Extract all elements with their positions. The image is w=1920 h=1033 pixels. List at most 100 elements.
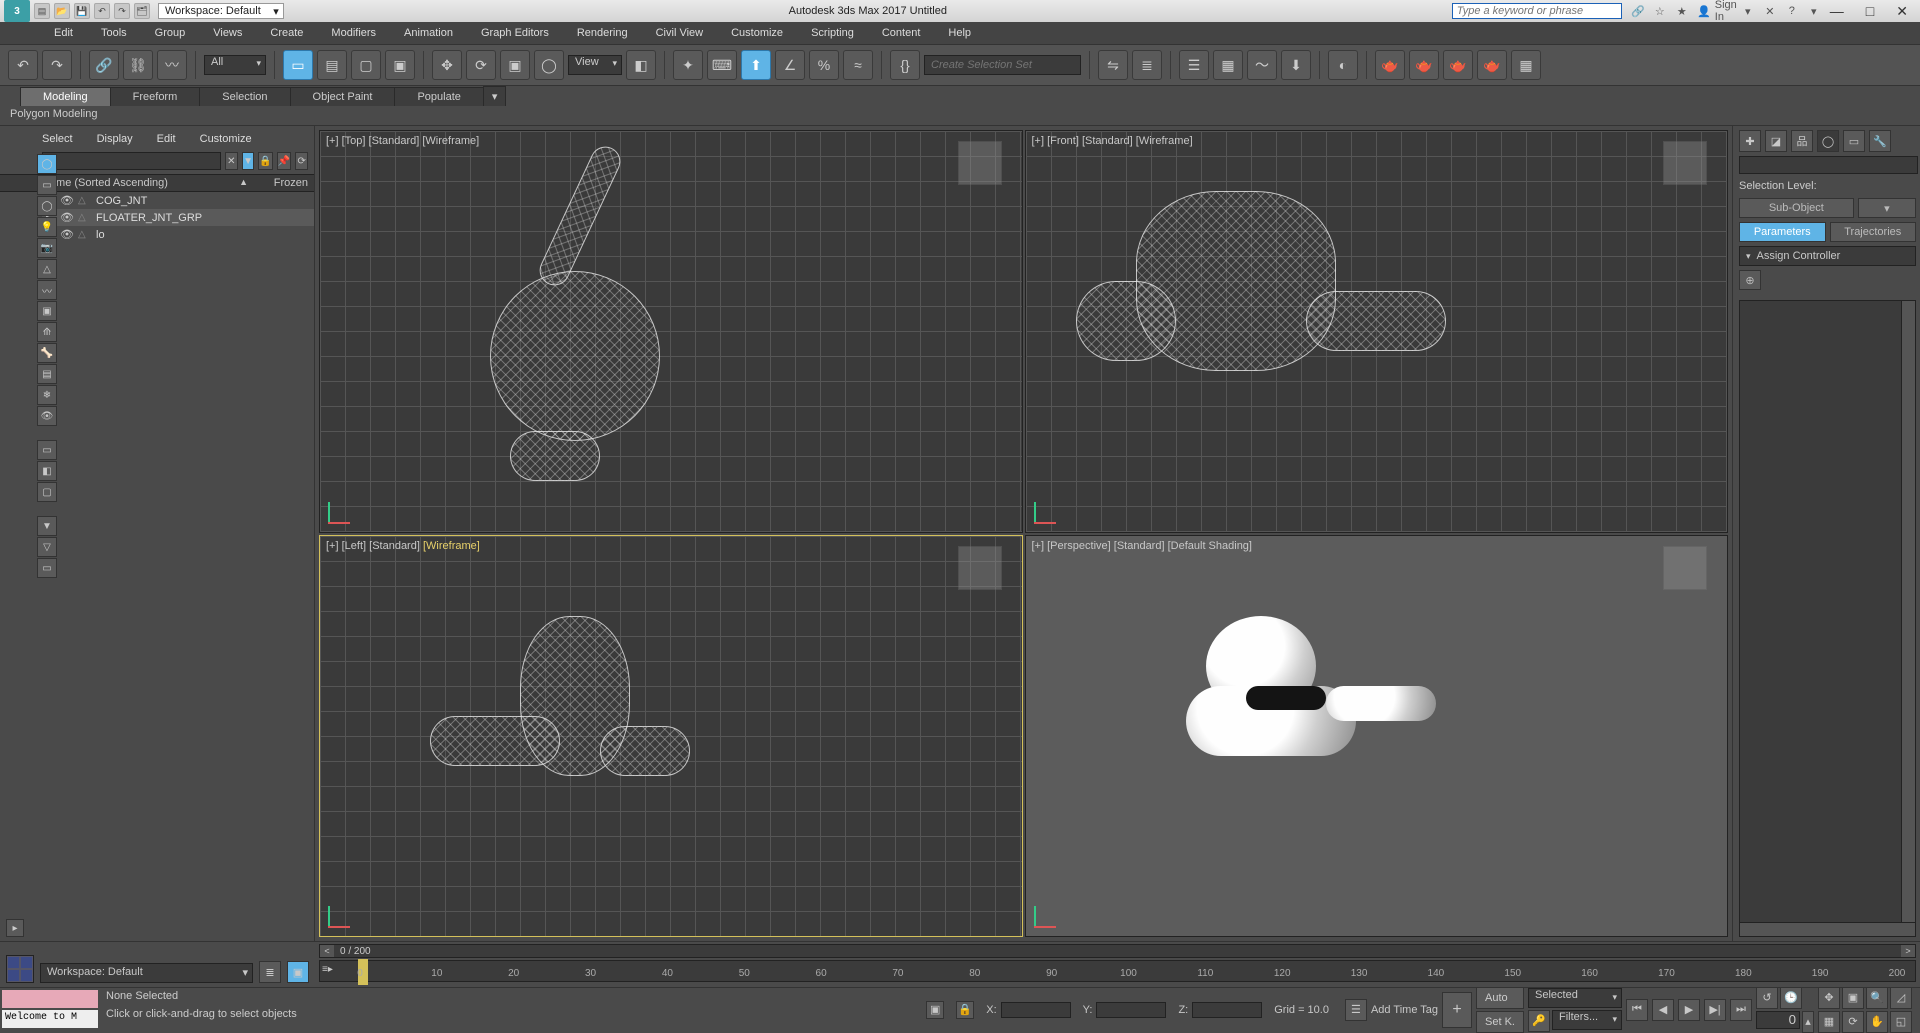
key-filters-combo[interactable]: Filters... [1552,1010,1622,1030]
z-input[interactable] [1192,1002,1262,1018]
project-icon[interactable]: 🗂 [134,3,150,19]
scene-row[interactable]: ▸ 👁 △ lo [42,226,314,243]
assign-controller-rollout[interactable]: ▾ Assign Controller [1739,246,1916,266]
walkthrough-icon[interactable]: ✋ [1866,1011,1888,1033]
toggle-ribbon-button[interactable]: ▦ [1213,50,1243,80]
viewport-label[interactable]: [+] [Perspective] [Standard] [Default Sh… [1032,540,1252,552]
trackbar-toggle-icon[interactable]: ≡▸ [322,964,333,975]
undo-icon[interactable]: ↶ [94,3,110,19]
menu-civil-view[interactable]: Civil View [642,24,717,42]
render-iterative-button[interactable]: 🫖 [1477,50,1507,80]
spinner-snap-button[interactable]: ≈ [843,50,873,80]
ribbon-tab-selection[interactable]: Selection [199,87,290,106]
cmd-motion-icon[interactable]: ◯ [1817,130,1839,152]
viewport-top[interactable]: [+] [Top] [Standard] [Wireframe] [319,130,1023,533]
help-search-input[interactable] [1452,3,1622,19]
rail-geometry-icon[interactable]: ▭ [37,175,57,195]
mirror-button[interactable]: ⇋ [1098,50,1128,80]
menu-modifiers[interactable]: Modifiers [317,24,390,42]
close-button[interactable]: ✕ [1896,3,1908,20]
fov-icon[interactable]: ◿ [1890,987,1912,1009]
unlink-button[interactable]: ⛓ [123,50,153,80]
viewport-front[interactable]: [+] [Front] [Standard] [Wireframe] [1025,130,1729,533]
scene-row[interactable]: ▸ 👁 △ FLOATER_JNT_GRP [42,209,314,226]
panel-expand-handle[interactable]: ▸ [6,919,24,937]
refcoord-combo[interactable]: View [568,55,622,75]
angle-snap-button[interactable]: ∠ [775,50,805,80]
material-editor-button[interactable]: ◐ [1328,50,1358,80]
align-button[interactable]: ≣ [1132,50,1162,80]
scene-menu-select[interactable]: Select [30,130,85,148]
vertical-scrollbar[interactable] [1901,301,1915,922]
ribbon-tab-freeform[interactable]: Freeform [110,87,201,106]
save-icon[interactable]: 💾 [74,3,90,19]
viewport-label[interactable]: [+] [Top] [Standard] [Wireframe] [326,135,479,147]
select-by-name-button[interactable]: ▤ [317,50,347,80]
render-production-button[interactable]: 🫖 [1443,50,1473,80]
scene-menu-edit[interactable]: Edit [145,130,188,148]
scene-menu-customize[interactable]: Customize [188,130,264,148]
rail-collapse-icon[interactable]: ▭ [37,558,57,578]
selection-filter[interactable]: All [204,55,266,75]
render-setup-button[interactable]: 🫖 [1375,50,1405,80]
signin-link[interactable]: Sign In [1718,3,1734,19]
scene-search-clear-icon[interactable]: ✕ [225,152,238,170]
rail-filter-icon[interactable]: ▼ [37,516,57,536]
ribbon-tab-populate[interactable]: Populate [394,87,483,106]
placement-button[interactable]: ◯ [534,50,564,80]
key-filters-icon[interactable]: 🔑 [1528,1010,1550,1032]
rail-spacewarps-icon[interactable]: 〰 [37,280,57,300]
ribbon-tab-object-paint[interactable]: Object Paint [290,87,396,106]
viewcube[interactable] [958,546,1002,590]
rotate-button[interactable]: ⟳ [466,50,496,80]
pan-icon[interactable]: ✥ [1818,987,1840,1009]
subobject-button[interactable]: Sub-Object [1739,198,1854,218]
set-key-big-button[interactable]: + [1442,992,1472,1028]
visibility-icon[interactable]: 👁 [60,211,74,224]
menu-edit[interactable]: Edit [40,24,87,42]
viewport-label[interactable]: [+] [Left] [Standard] [Wireframe] [326,540,480,552]
cmd-hierarchy-icon[interactable]: 品 [1791,130,1813,152]
scene-filter-icon[interactable]: ▼ [242,152,255,170]
rail-helpers-icon[interactable]: △ [37,259,57,279]
select-object-button[interactable]: ▭ [283,50,313,80]
app-logo[interactable]: 3 [4,0,30,22]
trajectories-button[interactable]: Trajectories [1830,222,1917,242]
curve-editor-button[interactable]: 〜 [1247,50,1277,80]
timeline-ruler[interactable]: ≡▸ 0102030405060708090100110120130140150… [319,960,1916,982]
menu-help[interactable]: Help [934,24,985,42]
rail-lights-icon[interactable]: 💡 [37,217,57,237]
rail-cameras-icon[interactable]: 📷 [37,238,57,258]
add-time-tag[interactable]: Add Time Tag [1371,1004,1438,1016]
goto-end-icon[interactable]: ⏭ [1730,999,1752,1021]
maxscript-output[interactable] [2,990,98,1008]
rail-filter2-icon[interactable]: ▽ [37,537,57,557]
scene-row[interactable]: ▸ 👁 △ COG_JNT [42,192,314,209]
menu-content[interactable]: Content [868,24,935,42]
cmd-modify-icon[interactable]: ◪ [1765,130,1787,152]
user-icon[interactable]: 👤 [1696,3,1712,19]
frame-spinner[interactable]: ▴ [1802,1011,1814,1033]
rail-groups-icon[interactable]: ▣ [37,301,57,321]
favorite-icon[interactable]: ★ [1674,3,1690,19]
menu-views[interactable]: Views [199,24,256,42]
menu-graph-editors[interactable]: Graph Editors [467,24,563,42]
controller-list[interactable] [1739,300,1916,937]
key-mode-toggle-icon[interactable]: ↺ [1756,987,1778,1009]
cmd-create-icon[interactable]: ✚ [1739,130,1761,152]
track-next-icon[interactable]: > [1901,945,1915,957]
current-frame-input[interactable] [1756,1011,1800,1029]
set-key-button[interactable]: Set K. [1476,1011,1524,1033]
rail-xrefs-icon[interactable]: ⟰ [37,322,57,342]
assign-controller-icon[interactable]: ⊕ [1739,270,1761,290]
named-selection-input[interactable] [924,55,1081,75]
rail-layer-icon[interactable]: ◧ [37,461,57,481]
rail-containers-icon[interactable]: ▤ [37,364,57,384]
scene-col-frozen[interactable]: Frozen [248,177,308,189]
scene-search-input[interactable] [42,152,221,170]
scene-lock-icon[interactable]: 🔒 [258,152,272,170]
menu-customize[interactable]: Customize [717,24,797,42]
ribbon-minimize[interactable]: ▾ [483,86,507,106]
menu-rendering[interactable]: Rendering [563,24,642,42]
render-framewindow-button[interactable]: 🫖 [1409,50,1439,80]
